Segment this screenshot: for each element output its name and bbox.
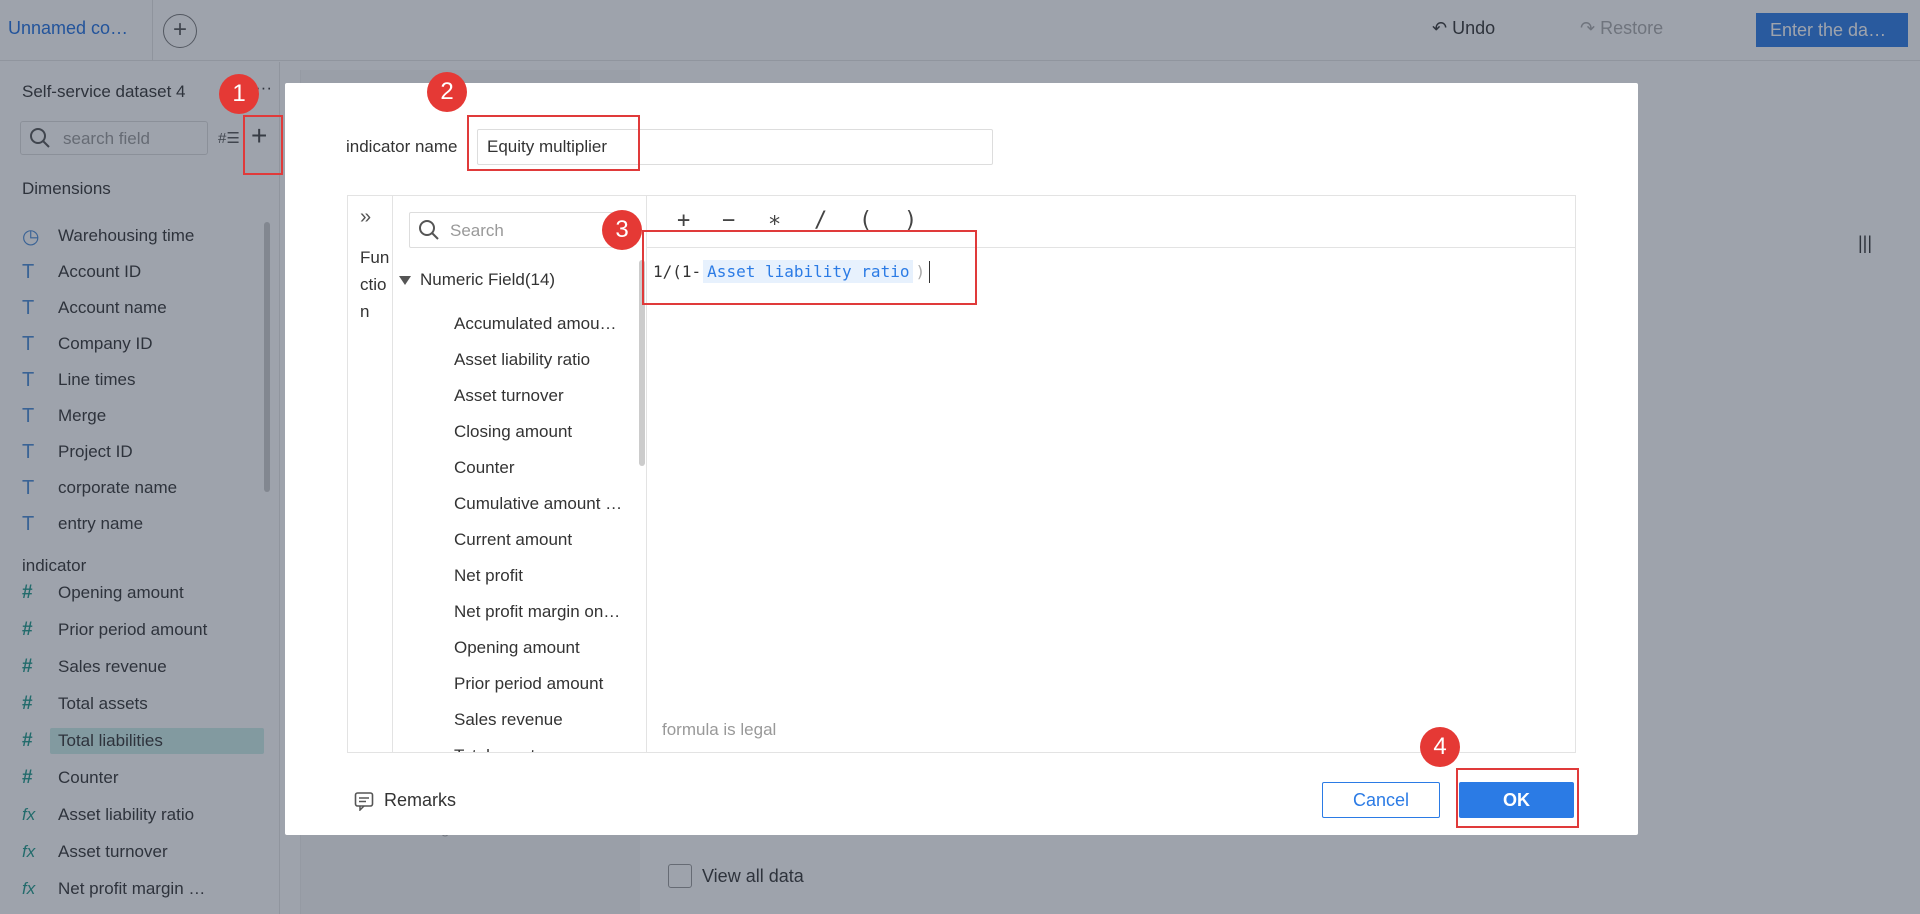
caret-down-icon — [399, 275, 411, 285]
step-marker-3: 3 — [602, 210, 642, 250]
numeric-field-item[interactable]: Sales revenue — [454, 702, 634, 738]
function-panel-collapsed[interactable]: » Function — [348, 196, 393, 752]
highlight-add-field — [243, 115, 283, 175]
step-marker-1: 1 — [219, 74, 259, 114]
field-picker-search[interactable]: Search — [409, 212, 633, 248]
numeric-field-item[interactable]: Asset liability ratio — [454, 342, 634, 378]
numeric-field-item[interactable]: Accumulated amou… — [454, 306, 634, 342]
numeric-field-item[interactable]: Opening amount — [454, 630, 634, 666]
remarks-label: Remarks — [384, 790, 457, 810]
search-icon — [419, 220, 439, 240]
numeric-field-group[interactable]: Numeric Field(14) — [399, 270, 555, 290]
highlight-formula — [642, 230, 977, 305]
remarks-button[interactable]: Remarks — [354, 790, 456, 811]
numeric-field-item[interactable]: Prior period amount — [454, 666, 634, 702]
add-indicator-dialog: indicator name » Function Search Numeric… — [285, 83, 1638, 835]
numeric-field-list: Accumulated amou… Asset liability ratio … — [454, 306, 634, 752]
numeric-field-item[interactable]: Asset turnover — [454, 378, 634, 414]
numeric-field-item[interactable]: Net profit margin on… — [454, 594, 634, 630]
function-label: Function — [360, 248, 390, 321]
expand-icon[interactable]: » — [360, 206, 371, 229]
numeric-field-item[interactable]: Cumulative amount … — [454, 486, 634, 522]
numeric-group-label: Numeric Field(14) — [420, 270, 556, 289]
indicator-name-label: indicator name — [346, 137, 458, 156]
step-marker-4: 4 — [1420, 727, 1460, 767]
highlight-indicator-name — [467, 115, 640, 171]
cancel-button[interactable]: Cancel — [1322, 782, 1440, 818]
numeric-field-item[interactable]: Counter — [454, 450, 634, 486]
numeric-field-item[interactable]: Net profit — [454, 558, 634, 594]
formula-status: formula is legal — [662, 720, 777, 739]
field-picker: Search Numeric Field(14) Accumulated amo… — [393, 196, 647, 752]
highlight-ok — [1456, 768, 1579, 828]
field-picker-placeholder: Search — [450, 221, 504, 240]
comment-icon — [354, 791, 374, 811]
numeric-field-item[interactable]: Closing amount — [454, 414, 634, 450]
step-marker-2: 2 — [427, 72, 467, 112]
numeric-field-item[interactable]: Current amount — [454, 522, 634, 558]
numeric-field-item[interactable]: Total assets — [454, 738, 634, 752]
